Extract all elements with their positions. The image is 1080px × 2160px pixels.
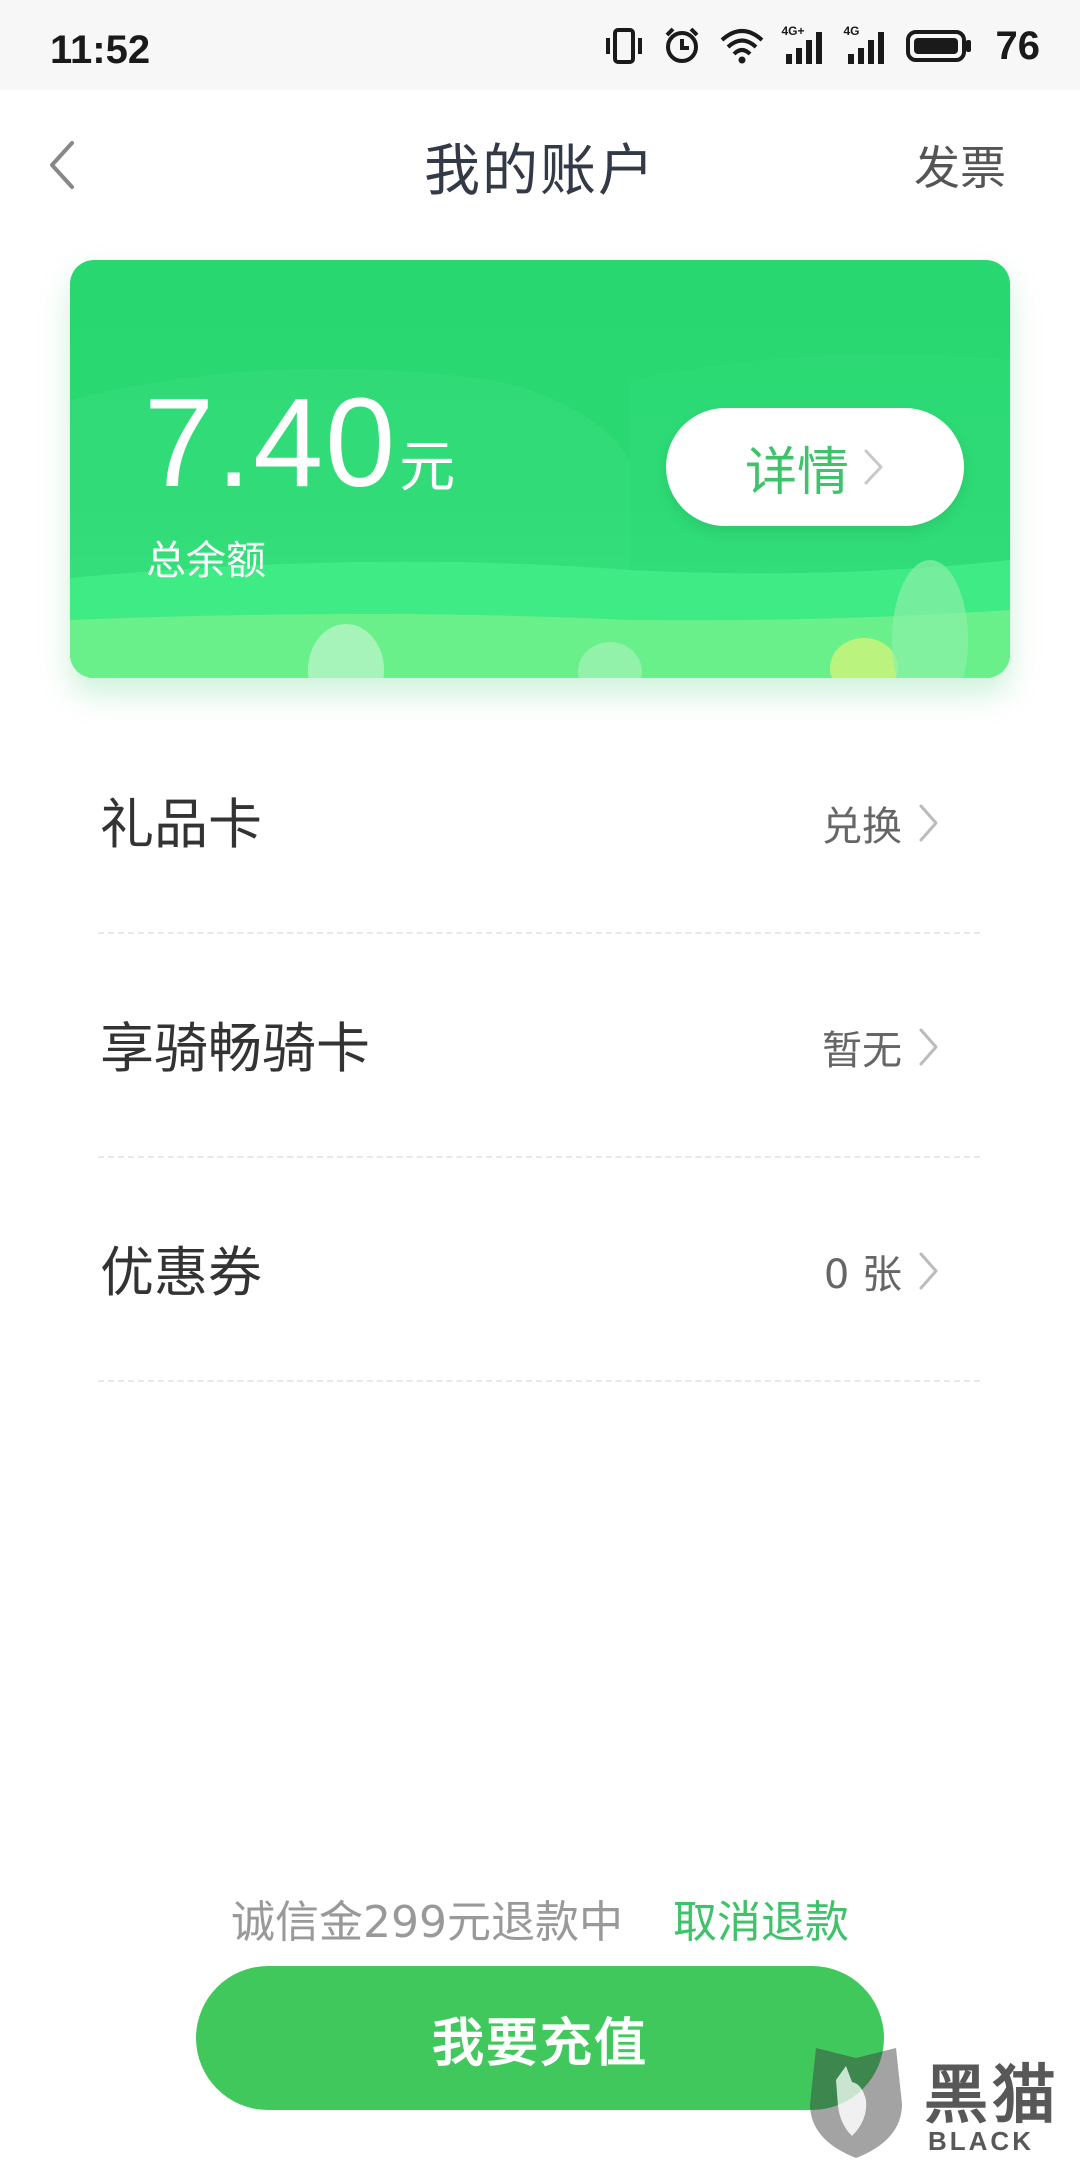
- balance-label: 总余额: [146, 538, 266, 584]
- vibrate-icon: [605, 28, 642, 64]
- account-page: 11:52 4G+ 4G 76 我的账户 发票 7.40元 总余额 详情 礼品卡…: [0, 0, 1080, 2160]
- list-item-gift-card[interactable]: 礼品卡 兑换: [98, 710, 980, 934]
- signal-bars-icon: [785, 32, 822, 64]
- watermark-en: BLACK CAT: [928, 2126, 1034, 2160]
- details-button[interactable]: 详情: [666, 408, 964, 526]
- list-item-label: 礼品卡: [100, 793, 262, 856]
- black-cat-watermark: 黑猫 BLACK CAT: [806, 2040, 1080, 2160]
- signal-1: 4G+: [782, 24, 826, 66]
- list-item-value: 暂无: [822, 1028, 902, 1074]
- watermark-cn: 黑猫: [924, 2059, 1060, 2133]
- chevron-right-icon: [919, 804, 938, 842]
- list-item-action[interactable]: 0 张: [824, 1242, 940, 1300]
- list-item-label: 享骑畅骑卡: [100, 1017, 370, 1080]
- battery-icon: [905, 30, 971, 62]
- signal-bars-icon: [847, 32, 884, 64]
- battery-level: 76: [995, 23, 1041, 68]
- balance-amount: 7.40元: [144, 380, 455, 506]
- list-item-coupons[interactable]: 优惠券 0 张: [98, 1158, 980, 1382]
- chevron-right-icon: [864, 449, 883, 485]
- list-item-ride-pass[interactable]: 享骑畅骑卡 暂无: [98, 934, 980, 1158]
- deposit-refund-status: 诚信金299元退款中: [231, 1897, 623, 1948]
- recharge-button[interactable]: 我要充值: [196, 1966, 884, 2110]
- status-icons: 4G+ 4G 76: [604, 23, 1041, 68]
- list-item-action[interactable]: 兑换: [822, 794, 940, 852]
- status-bar: 11:52 4G+ 4G 76: [0, 0, 1080, 90]
- signal-2: 4G: [844, 24, 888, 66]
- alarm-icon: [665, 27, 698, 63]
- nav-bar: 我的账户 发票: [0, 90, 1080, 230]
- account-items-list: 礼品卡 兑换 享骑畅骑卡 暂无 优惠券 0 张: [98, 710, 980, 1382]
- chevron-right-icon: [919, 1252, 938, 1290]
- cancel-refund-link[interactable]: 取消退款: [673, 1897, 849, 1948]
- invoice-button[interactable]: 发票: [914, 132, 1006, 198]
- list-item-value: 兑换: [822, 804, 902, 850]
- status-time: 11:52: [50, 28, 151, 72]
- black-cat-logo-icon: [810, 2048, 902, 2158]
- refund-line: 诚信金299元退款中 取消退款: [0, 1886, 1080, 1950]
- recharge-button-label: 我要充值: [431, 2013, 648, 2074]
- list-item-value: 0 张: [823, 1252, 902, 1298]
- balance-card: 7.40元 总余额 详情: [70, 260, 1010, 678]
- details-button-label: 详情: [744, 442, 849, 503]
- list-item-action[interactable]: 暂无: [822, 1018, 940, 1076]
- balance-value: 7.40: [144, 372, 398, 513]
- wifi-icon: [720, 29, 763, 64]
- balance-unit: 元: [399, 435, 456, 498]
- list-item-label: 优惠券: [100, 1241, 262, 1304]
- chevron-right-icon: [919, 1028, 938, 1066]
